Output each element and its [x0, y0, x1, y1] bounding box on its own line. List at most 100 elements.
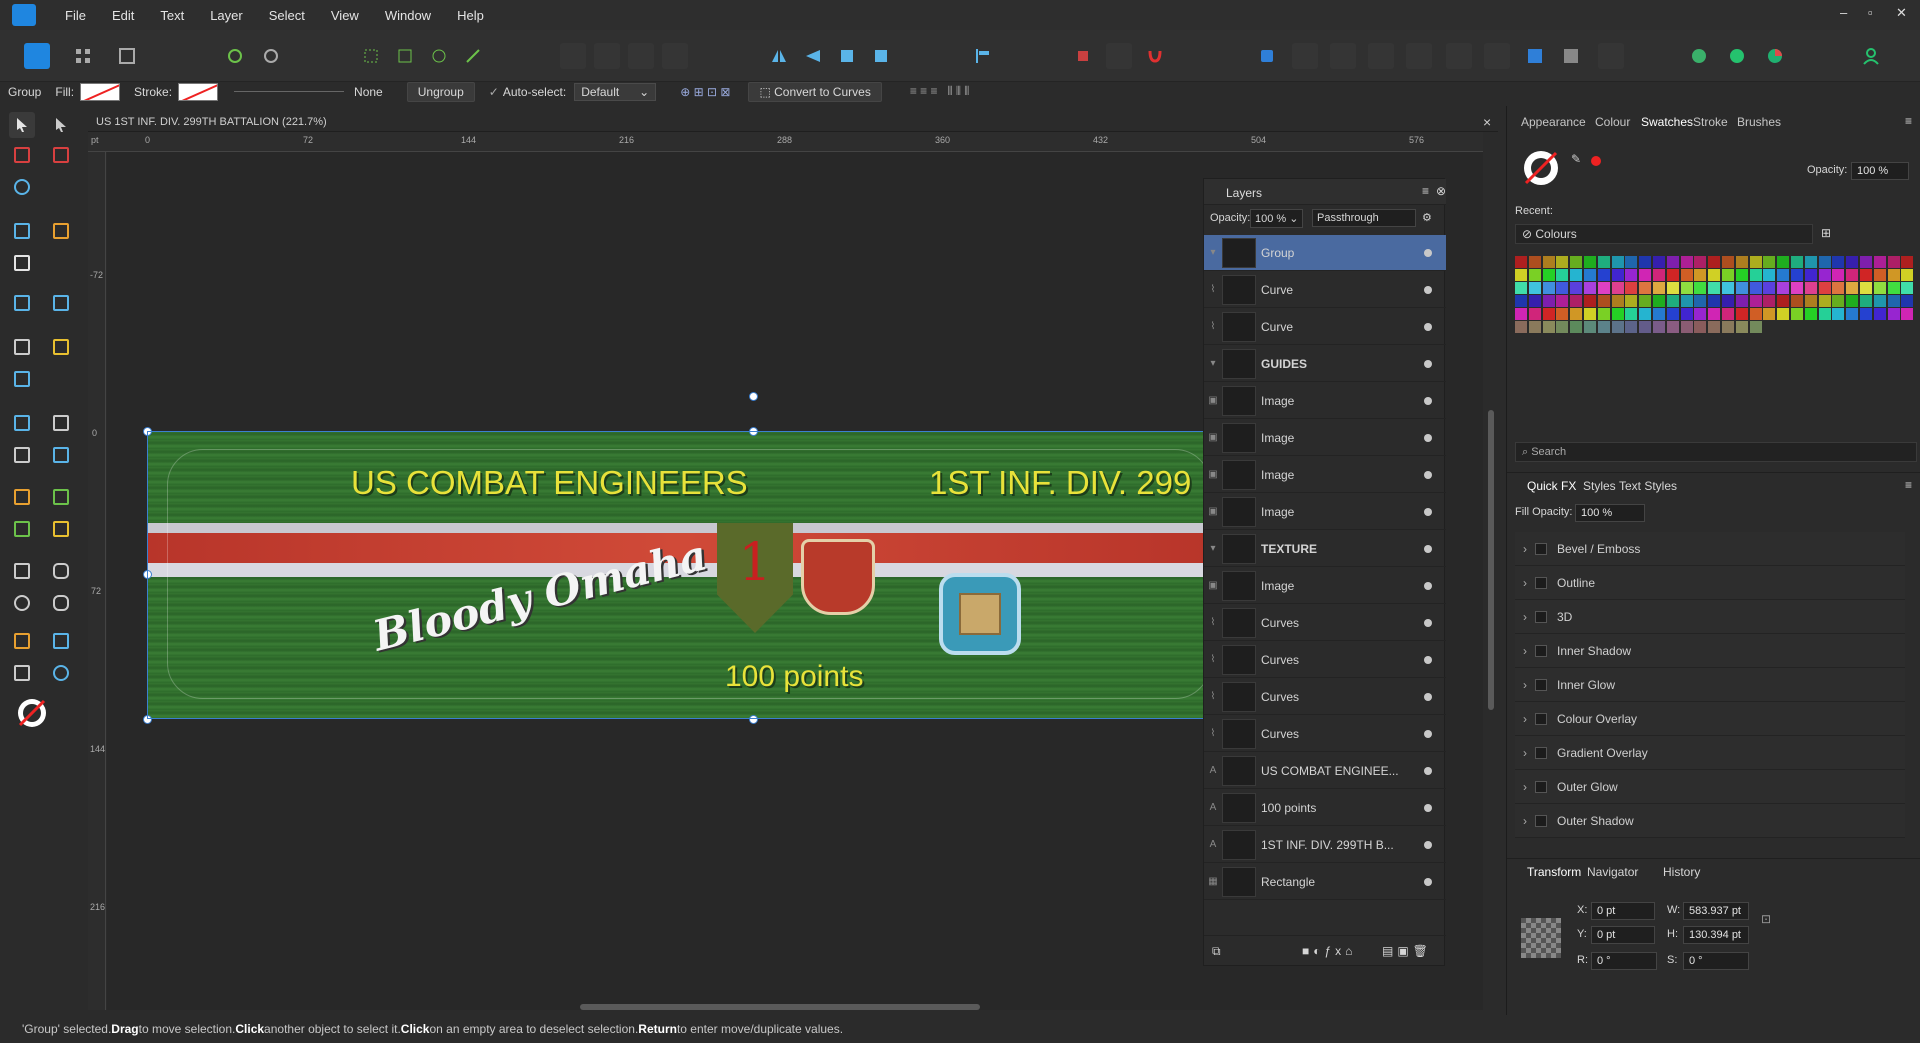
- color-swatch[interactable]: [1860, 269, 1872, 281]
- layer-visibility-icon[interactable]: [1424, 507, 1432, 516]
- zoom-tool-icon[interactable]: [48, 660, 74, 686]
- layers-title[interactable]: Layers: [1226, 186, 1262, 200]
- color-swatch[interactable]: [1625, 321, 1638, 333]
- tab-history[interactable]: History: [1663, 865, 1700, 879]
- eyedropper-icon[interactable]: ✎: [1571, 152, 1581, 166]
- layer-name[interactable]: Rectangle: [1261, 875, 1315, 889]
- color-swatch[interactable]: [1887, 308, 1900, 320]
- pencil-tool-icon[interactable]: [48, 334, 74, 360]
- fx-checkbox[interactable]: [1535, 814, 1547, 827]
- autoselect-checkbox[interactable]: ✓: [489, 85, 499, 99]
- color-swatch[interactable]: [1666, 308, 1679, 320]
- color-swatch[interactable]: [1556, 269, 1569, 281]
- color-swatch[interactable]: [1791, 308, 1803, 320]
- color-swatch[interactable]: [1556, 282, 1569, 294]
- color-swatch[interactable]: [1763, 269, 1776, 281]
- color-swatch[interactable]: [1653, 308, 1665, 320]
- fill-stroke-well-icon[interactable]: [15, 696, 49, 730]
- fill-swatch[interactable]: [80, 82, 121, 101]
- color-swatch[interactable]: [1749, 269, 1762, 281]
- color-swatch[interactable]: [1777, 308, 1790, 320]
- tab-text-styles[interactable]: Text Styles: [1619, 479, 1677, 493]
- color-swatch[interactable]: [1901, 295, 1914, 307]
- layer-name[interactable]: 100 points: [1261, 801, 1316, 815]
- color-swatch[interactable]: [1597, 282, 1610, 294]
- app-logo-icon[interactable]: [12, 4, 36, 26]
- flip-horizontal-icon[interactable]: [766, 43, 792, 69]
- color-swatch[interactable]: [1846, 295, 1859, 307]
- color-swatch[interactable]: [1708, 308, 1721, 320]
- anchor-selector[interactable]: [1521, 918, 1561, 958]
- swatch-grid[interactable]: [1515, 256, 1917, 342]
- place-image-icon[interactable]: [9, 290, 35, 316]
- tab-stroke[interactable]: Stroke: [1693, 115, 1728, 129]
- color-swatch[interactable]: [1639, 282, 1652, 294]
- color-swatch[interactable]: [1597, 321, 1610, 333]
- color-swatch[interactable]: [1515, 256, 1527, 268]
- color-swatch[interactable]: [1804, 295, 1817, 307]
- tab-quick-fx[interactable]: Quick FX: [1527, 479, 1576, 493]
- color-swatch[interactable]: [1570, 256, 1583, 268]
- color-swatch[interactable]: [1680, 256, 1693, 268]
- chat-icon[interactable]: [1686, 43, 1712, 69]
- rotate-left-icon[interactable]: [834, 43, 860, 69]
- tab-appearance[interactable]: Appearance: [1521, 115, 1586, 129]
- color-swatch[interactable]: [1570, 321, 1583, 333]
- hand-tool-icon[interactable]: [9, 660, 35, 686]
- layer-row[interactable]: ⌇ Curves: [1204, 679, 1446, 715]
- color-swatch[interactable]: [1763, 256, 1776, 268]
- fx-checkbox[interactable]: [1535, 746, 1547, 759]
- insert-top-icon[interactable]: [1330, 43, 1356, 69]
- layer-name[interactable]: Curves: [1261, 653, 1299, 667]
- close-document-icon[interactable]: ×: [1483, 114, 1491, 130]
- insert-behind-icon[interactable]: [1292, 43, 1318, 69]
- color-swatch[interactable]: [1777, 295, 1790, 307]
- horizontal-ruler[interactable]: pt 0 72 144 216 288 360 432 504 576: [88, 132, 1483, 152]
- boolean-intersect-icon[interactable]: [628, 43, 654, 69]
- color-swatch[interactable]: [1735, 282, 1748, 294]
- color-swatch[interactable]: [1832, 269, 1845, 281]
- layer-name[interactable]: Curve: [1261, 320, 1293, 334]
- layer-name[interactable]: 1ST INF. DIV. 299TH B...: [1261, 838, 1394, 852]
- color-swatch[interactable]: [1570, 295, 1583, 307]
- fx-row[interactable]: › Outline: [1515, 566, 1905, 600]
- layer-visibility-icon[interactable]: [1424, 877, 1432, 886]
- color-swatch[interactable]: [1818, 308, 1831, 320]
- layer-visibility-icon[interactable]: [1424, 544, 1432, 553]
- color-swatch[interactable]: [1860, 295, 1872, 307]
- color-swatch[interactable]: [1901, 269, 1914, 281]
- settings-gear-icon[interactable]: [222, 43, 248, 69]
- align-icon[interactable]: [970, 43, 996, 69]
- color-swatch[interactable]: [1901, 256, 1914, 268]
- layer-row[interactable]: ⌇ Curves: [1204, 716, 1446, 752]
- layer-name[interactable]: Group: [1261, 246, 1294, 260]
- color-swatch[interactable]: [1901, 308, 1914, 320]
- ellipse-tool-icon[interactable]: [9, 590, 35, 616]
- color-swatch[interactable]: [1873, 282, 1886, 294]
- pen-tool-icon[interactable]: [9, 334, 35, 360]
- menu-icon[interactable]: ≡: [1422, 184, 1429, 198]
- tab-styles[interactable]: Styles: [1583, 479, 1616, 493]
- layer-visibility-icon[interactable]: [1424, 322, 1432, 331]
- export-icon[interactable]: [1598, 43, 1624, 69]
- fx-checkbox[interactable]: [1535, 678, 1547, 691]
- swatch-search-input[interactable]: ⌕ Search: [1515, 442, 1917, 462]
- layer-visibility-icon[interactable]: [1424, 840, 1432, 849]
- layer-name[interactable]: Image: [1261, 394, 1294, 408]
- color-swatch[interactable]: [1556, 308, 1569, 320]
- fx-checkbox[interactable]: [1535, 610, 1547, 623]
- arrange-icon[interactable]: [1070, 43, 1096, 69]
- color-swatch[interactable]: [1639, 269, 1652, 281]
- color-swatch[interactable]: [1515, 282, 1527, 294]
- color-swatch[interactable]: [1722, 308, 1734, 320]
- color-swatch[interactable]: [1528, 269, 1541, 281]
- color-swatch[interactable]: [1666, 269, 1679, 281]
- color-swatch[interactable]: [1749, 308, 1762, 320]
- vector-crop-icon[interactable]: [48, 290, 74, 316]
- fx-checkbox[interactable]: [1535, 644, 1547, 657]
- color-swatch[interactable]: [1887, 269, 1900, 281]
- insert-inside-icon[interactable]: [1368, 43, 1394, 69]
- color-swatch[interactable]: [1846, 269, 1859, 281]
- snapping-icon[interactable]: [358, 43, 384, 69]
- color-swatch[interactable]: [1542, 321, 1555, 333]
